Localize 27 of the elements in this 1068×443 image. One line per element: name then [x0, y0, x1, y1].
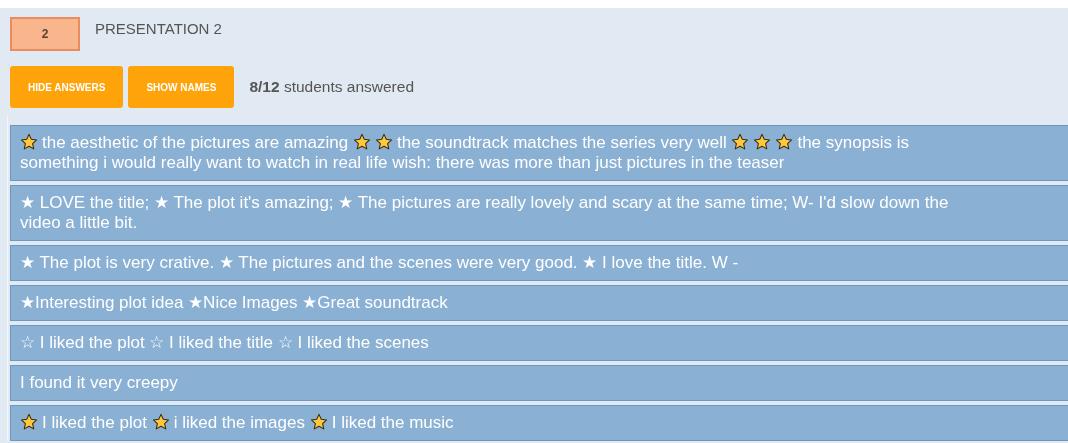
- star-icon: [731, 133, 750, 151]
- answer-text: something i would really want to watch in real life wish: there was more than just pictures in the teaser: [20, 153, 785, 172]
- star-icon: [374, 133, 393, 151]
- star-icon: [151, 413, 170, 431]
- star-icon: [775, 133, 794, 151]
- slide-number-badge: 2: [10, 17, 80, 51]
- answer-text: ★Interesting plot idea ★Nice Images ★Great soundtrack: [20, 293, 448, 312]
- star-icon: [753, 133, 772, 151]
- answer-text: the synopsis is: [797, 133, 909, 152]
- answer-text: ☆ I liked the plot ☆ I liked the title ☆ I liked the scenes: [20, 333, 429, 352]
- answer-text: the aesthetic of the pictures are amazing: [42, 133, 349, 152]
- presentation-title: PRESENTATION 2: [95, 20, 222, 37]
- star-icon: [309, 413, 328, 431]
- answer-text: ★ The plot is very crative. ★ The pictures and the scenes were very good. ★ I love the title. W -: [20, 253, 739, 272]
- toggle-button[interactable]: HIDE ANSWERS: [10, 66, 124, 108]
- answer-text: I found it very creepy: [20, 373, 178, 392]
- star-icon: [352, 133, 371, 151]
- star-icon: [20, 413, 38, 431]
- toggle-button[interactable]: SHOW NAMES: [128, 66, 235, 108]
- answer-text: the soundtrack matches the series very well: [396, 133, 727, 152]
- star-icon: [20, 133, 38, 151]
- answer-text: ★ LOVE the title; ★ The plot it's amazing; ★ The pictures are really lovely and scary at the same time; W- I'd slow down the: [20, 193, 949, 212]
- answer-text: i liked the images: [173, 413, 305, 432]
- answer-text: I liked the plot: [42, 413, 147, 432]
- answered-count: 8/12 students answered: [249, 78, 414, 96]
- answer-text: video a little bit.: [20, 213, 138, 232]
- answer-text: I liked the music: [331, 413, 454, 432]
